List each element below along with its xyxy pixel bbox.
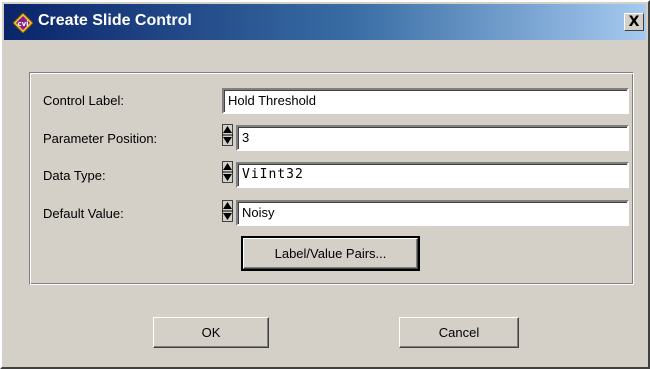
ok-label: OK — [201, 325, 221, 340]
control-label-label: Control Label: — [43, 93, 124, 108]
window-title: Create Slide Control — [38, 12, 192, 29]
control-label-input[interactable]: Hold Threshold — [222, 88, 629, 114]
ok-button[interactable]: OK — [153, 317, 269, 348]
data-type-label: Data Type: — [43, 168, 106, 183]
cancel-button[interactable]: Cancel — [399, 317, 519, 348]
parameter-position-label: Parameter Position: — [43, 131, 158, 146]
title-bar[interactable]: cvi Create Slide Control X — [4, 4, 646, 40]
parameter-position-input[interactable]: 3 — [236, 125, 629, 151]
parameter-position-spinner[interactable] — [222, 124, 233, 146]
dialog-window: cvi Create Slide Control X Control Label… — [0, 0, 650, 369]
data-type-input[interactable]: ViInt32 — [236, 162, 629, 188]
svg-text:cvi: cvi — [17, 20, 28, 28]
data-type-spinner[interactable] — [222, 161, 233, 183]
default-value-spinner[interactable] — [222, 200, 233, 222]
cvi-icon: cvi — [13, 13, 33, 33]
close-button[interactable]: X — [624, 13, 644, 31]
cancel-label: Cancel — [438, 325, 480, 340]
label-value-pairs-button[interactable]: Label/Value Pairs... — [241, 236, 420, 271]
default-value-label: Default Value: — [43, 206, 124, 221]
default-value-input[interactable]: Noisy — [236, 200, 629, 226]
label-value-pairs-label: Label/Value Pairs... — [274, 246, 387, 261]
close-icon: X — [628, 14, 640, 30]
